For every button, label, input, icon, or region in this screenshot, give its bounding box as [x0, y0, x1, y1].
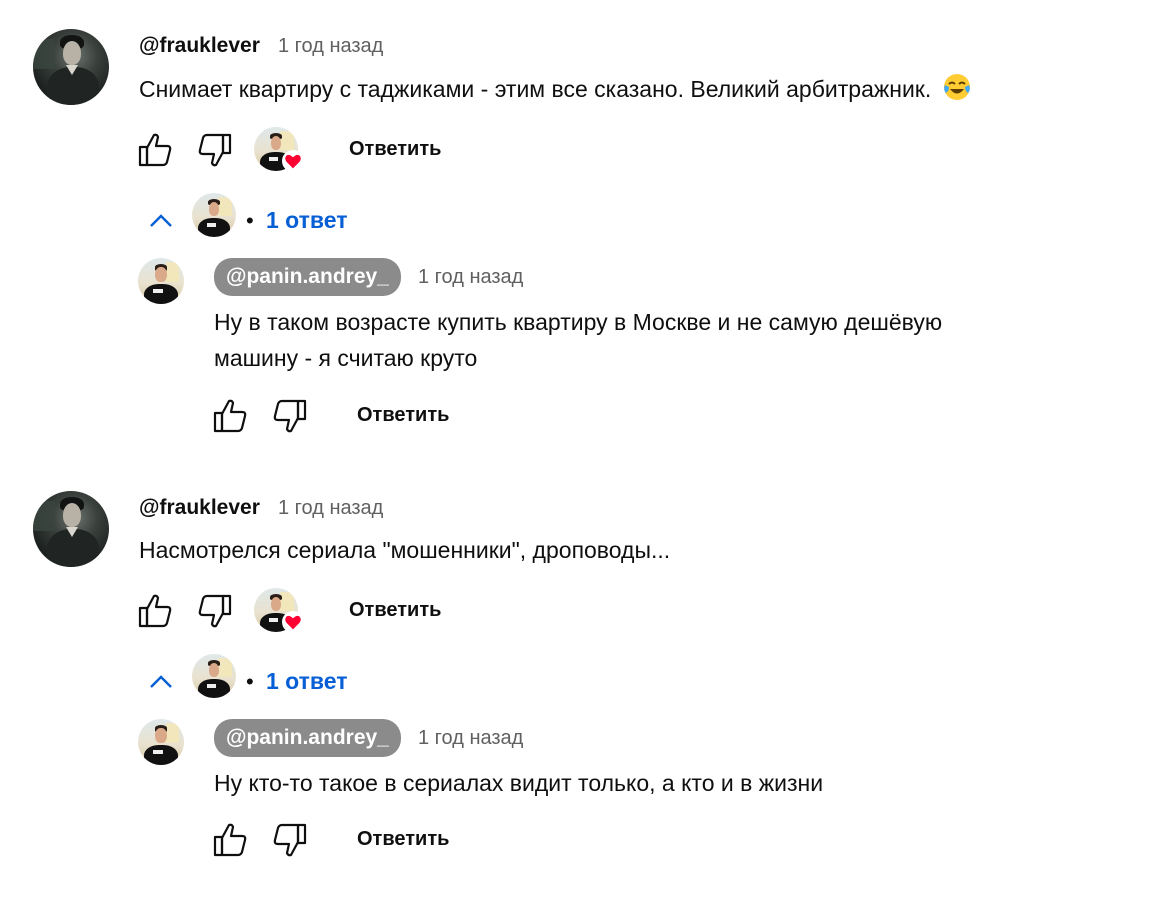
reply-button[interactable]: Ответить — [349, 138, 441, 161]
avatar[interactable] — [33, 29, 109, 105]
reply-text: Ну кто-то такое в сериалах видит только,… — [214, 770, 824, 796]
like-button[interactable] — [136, 592, 174, 630]
dislike-button[interactable] — [271, 397, 309, 435]
heart-icon — [282, 611, 304, 633]
chevron-up-icon[interactable] — [146, 667, 176, 697]
chevron-up-icon[interactable] — [146, 206, 176, 236]
dislike-button[interactable] — [196, 592, 234, 630]
comment-timestamp[interactable]: 1 год назад — [278, 35, 383, 58]
reply-timestamp[interactable]: 1 год назад — [418, 266, 523, 289]
tears-of-joy-emoji-icon — [943, 74, 970, 100]
reply-button[interactable]: Ответить — [357, 828, 449, 851]
separator-dot: • — [246, 669, 254, 694]
comment-timestamp[interactable]: 1 год назад — [278, 497, 383, 520]
like-button[interactable] — [211, 821, 249, 859]
reply-avatar[interactable] — [138, 719, 184, 765]
reply-button[interactable]: Ответить — [357, 404, 449, 427]
reply-text-line: машину - я считаю круто — [214, 345, 478, 371]
like-button[interactable] — [211, 397, 249, 435]
thumbs-down-icon — [273, 823, 307, 857]
thumbs-up-icon — [138, 133, 172, 167]
reply-button[interactable]: Ответить — [349, 599, 441, 622]
dislike-button[interactable] — [271, 821, 309, 859]
heart-icon — [282, 150, 304, 172]
thumbs-down-icon — [198, 594, 232, 628]
thumbs-up-icon — [213, 823, 247, 857]
comment-author[interactable]: @frauklever — [139, 34, 260, 58]
comment-text-content: Снимает квартиру с таджиками - этим все … — [139, 76, 932, 102]
replies-toggle-button[interactable]: 1 ответ — [266, 207, 348, 234]
reply-preview-avatar[interactable] — [192, 654, 236, 698]
reply-preview-avatar[interactable] — [192, 193, 236, 237]
reply-author-pill[interactable]: @panin.andrey_ — [214, 719, 401, 757]
thumbs-up-icon — [213, 399, 247, 433]
replies-toggle-button[interactable]: 1 ответ — [266, 668, 348, 695]
comment-text: Снимает квартиру с таджиками - этим все … — [139, 71, 972, 107]
comment-text: Насмотрелся сериала "мошенники", дропово… — [139, 537, 671, 563]
reply-author-pill[interactable]: @panin.andrey_ — [214, 258, 401, 296]
comment-author[interactable]: @frauklever — [139, 496, 260, 520]
thumbs-up-icon — [138, 594, 172, 628]
reply-timestamp[interactable]: 1 год назад — [418, 727, 523, 750]
reply-avatar[interactable] — [138, 258, 184, 304]
thumbs-down-icon — [198, 133, 232, 167]
avatar[interactable] — [33, 491, 109, 567]
reply-text: Ну в таком возрасте купить квартиру в Мо… — [214, 304, 942, 376]
reply-text-line: Ну в таком возрасте купить квартиру в Мо… — [214, 309, 943, 335]
dislike-button[interactable] — [196, 131, 234, 169]
separator-dot: • — [246, 208, 254, 233]
thumbs-down-icon — [273, 399, 307, 433]
like-button[interactable] — [136, 131, 174, 169]
